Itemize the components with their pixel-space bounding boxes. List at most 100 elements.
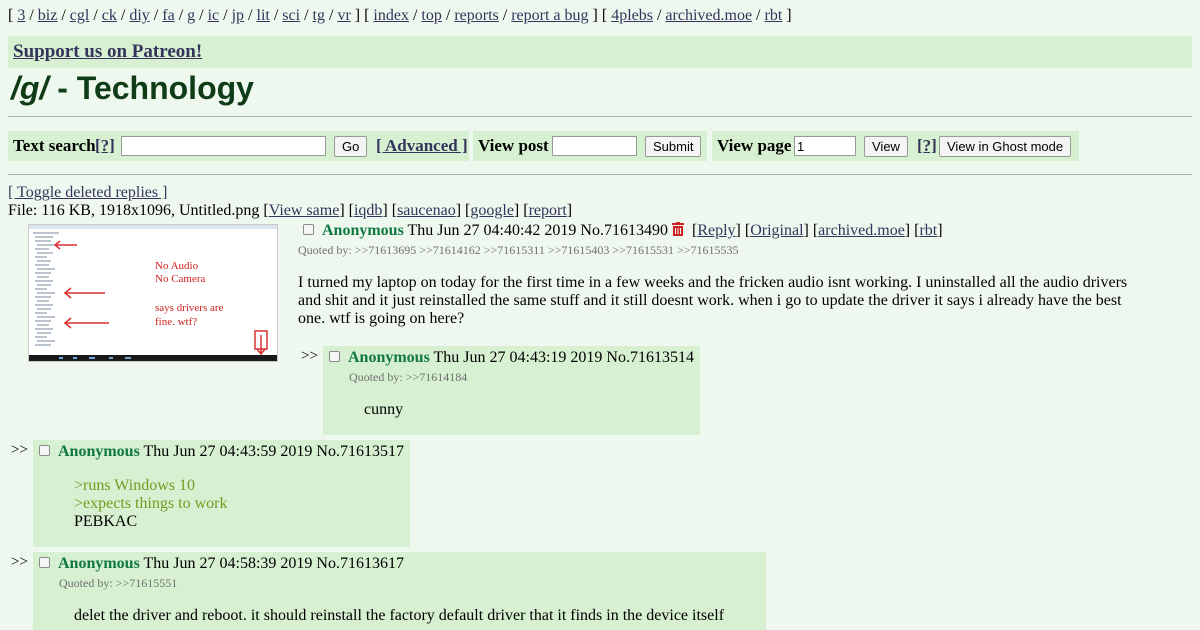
- reply-poster-name: Anonymous: [58, 555, 140, 572]
- rbt-link[interactable]: rbt: [919, 222, 937, 239]
- reply-arrows: >>: [11, 554, 28, 570]
- view-same-link[interactable]: View same: [269, 202, 340, 219]
- view-page-help-link[interactable]: [?]: [917, 136, 937, 156]
- reply-date: Thu Jun 27 04:43:59 2019: [143, 443, 313, 460]
- archive-link-4plebs[interactable]: 4plebs: [611, 7, 653, 24]
- board-link-lit[interactable]: lit: [257, 7, 270, 24]
- view-post-label: View post: [478, 136, 549, 155]
- bracket: [: [8, 7, 14, 24]
- op-post-date: Thu Jun 27 04:40:42 2019: [407, 222, 577, 239]
- text-search-input[interactable]: [121, 136, 326, 156]
- view-page-label: View page: [717, 136, 792, 155]
- thumbnail-text-drivers: says drivers are: [155, 302, 224, 314]
- op-post-text: I turned my laptop on today for the firs…: [298, 274, 1128, 327]
- board-link-jp[interactable]: jp: [232, 7, 244, 24]
- reports-link[interactable]: reports: [454, 7, 498, 24]
- report-link[interactable]: report: [529, 202, 567, 219]
- op-select-checkbox[interactable]: [303, 224, 314, 235]
- reply-number[interactable]: No.71613617: [316, 555, 404, 572]
- reply-link[interactable]: Reply: [697, 222, 735, 239]
- original-link[interactable]: Original: [750, 222, 803, 239]
- text-search-help-link[interactable]: [?]: [95, 136, 115, 156]
- board-link-vr[interactable]: vr: [337, 7, 350, 24]
- reply-poster-name: Anonymous: [58, 443, 140, 460]
- iqdb-link[interactable]: iqdb: [354, 202, 382, 219]
- board-link-ck[interactable]: ck: [102, 7, 117, 24]
- ghost-mode-button[interactable]: View in Ghost mode: [939, 136, 1072, 157]
- go-button[interactable]: Go: [334, 136, 368, 157]
- top-link[interactable]: top: [421, 7, 441, 24]
- board-link-sci[interactable]: sci: [282, 7, 300, 24]
- trash-icon[interactable]: [671, 222, 684, 236]
- archive-link-rbt[interactable]: rbt: [765, 7, 783, 24]
- patreon-link[interactable]: Support us on Patreon!: [13, 41, 202, 63]
- quote-link[interactable]: >>71615551: [116, 576, 178, 590]
- view-post-input[interactable]: [552, 136, 637, 156]
- divider: [8, 116, 1192, 117]
- board-link-fa[interactable]: fa: [162, 7, 174, 24]
- bracket: ] [: [592, 7, 608, 24]
- reply-text: delet the driver and reboot. it should r…: [74, 607, 725, 624]
- reply-quoted-by: Quoted by: >>71614184: [349, 370, 467, 385]
- reply-post: Anonymous Thu Jun 27 04:58:39 2019 No.71…: [33, 552, 766, 630]
- archive-link-archived-moe[interactable]: archived.moe: [665, 7, 752, 24]
- op-post-header: Anonymous Thu Jun 27 04:40:42 2019 No.71…: [322, 222, 943, 239]
- quoted-by-label: Quoted by:: [349, 370, 403, 384]
- view-button[interactable]: View: [864, 136, 908, 157]
- divider: [8, 174, 1192, 175]
- report-bug-link[interactable]: report a bug: [511, 7, 588, 24]
- op-quoted-by: Quoted by: >>71613695 >>71614162 >>71615…: [298, 243, 739, 258]
- reply-poster-name: Anonymous: [348, 349, 430, 366]
- quote-link[interactable]: >>71614184: [406, 370, 468, 384]
- reply-post: Anonymous Thu Jun 27 04:43:19 2019 No.71…: [323, 346, 700, 435]
- bracket: ] [: [354, 7, 370, 24]
- reply-select-checkbox[interactable]: [39, 445, 50, 456]
- reply-text: PEBKAC: [74, 513, 138, 530]
- reply-number[interactable]: No.71613517: [316, 443, 404, 460]
- thumbnail-text-wtf: fine. wtf?: [155, 316, 197, 328]
- op-image-thumbnail[interactable]: No Audio No Camera says drivers are fine…: [28, 224, 278, 362]
- submit-button[interactable]: Submit: [645, 136, 702, 157]
- archived-moe-link[interactable]: archived.moe: [818, 222, 905, 239]
- board-link-g[interactable]: g: [187, 7, 195, 24]
- view-page-panel: View page View [?] View in Ghost mode: [712, 131, 1079, 161]
- reply-post: Anonymous Thu Jun 27 04:43:59 2019 No.71…: [33, 440, 410, 547]
- quote-link[interactable]: >>71614162: [419, 243, 481, 257]
- reply-select-checkbox[interactable]: [39, 557, 50, 568]
- quote-link[interactable]: >>71615311: [484, 243, 545, 257]
- board-code: /g/: [11, 70, 49, 106]
- greentext-line: >runs Windows 10: [74, 477, 195, 494]
- board-link-tg[interactable]: tg: [313, 7, 325, 24]
- text-search-label: Text search: [13, 136, 96, 155]
- file-info: File: 116 KB, 1918x1096, Untitled.png [V…: [8, 202, 573, 219]
- view-post-panel: View post Submit: [473, 131, 707, 161]
- quote-link[interactable]: >>71615403: [548, 243, 610, 257]
- quote-link[interactable]: >>71613695: [355, 243, 417, 257]
- toggle-deleted-replies-link[interactable]: [ Toggle deleted replies ]: [8, 184, 167, 202]
- board-link-cgl[interactable]: cgl: [70, 7, 90, 24]
- advanced-search-link[interactable]: [ Advanced ]: [376, 136, 468, 156]
- bracket: ]: [786, 7, 792, 24]
- quote-link[interactable]: >>71615531: [612, 243, 674, 257]
- thumbnail-image: No Audio No Camera says drivers are fine…: [29, 225, 277, 361]
- saucenao-link[interactable]: saucenao: [397, 202, 456, 219]
- board-link-3[interactable]: 3: [17, 7, 25, 24]
- greentext-line: >expects things to work: [74, 495, 228, 512]
- op-poster-name: Anonymous: [322, 222, 404, 239]
- file-details: File: 116 KB, 1918x1096, Untitled.png [: [8, 202, 269, 219]
- quote-link[interactable]: >>71615535: [677, 243, 739, 257]
- board-link-ic[interactable]: ic: [208, 7, 220, 24]
- reply-header: Anonymous Thu Jun 27 04:43:59 2019 No.71…: [58, 443, 404, 461]
- reply-date: Thu Jun 27 04:43:19 2019: [433, 349, 603, 366]
- page-number-input[interactable]: [794, 136, 856, 156]
- index-link[interactable]: index: [373, 7, 409, 24]
- board-name: - Technology: [48, 70, 254, 106]
- thumbnail-text-no-audio: No Audio: [155, 260, 199, 272]
- board-link-diy[interactable]: diy: [129, 7, 149, 24]
- reply-number[interactable]: No.71613514: [606, 349, 694, 366]
- reply-select-checkbox[interactable]: [329, 351, 340, 362]
- board-navigation: [ 3 / biz / cgl / ck / diy / fa / g / ic…: [8, 7, 792, 24]
- google-link[interactable]: google: [470, 202, 514, 219]
- board-link-biz[interactable]: biz: [38, 7, 58, 24]
- op-post-number[interactable]: No.71613490: [580, 222, 668, 239]
